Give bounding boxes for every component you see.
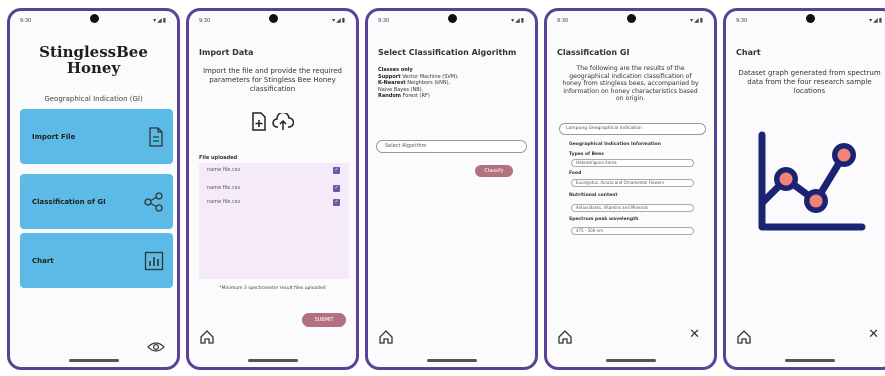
file-icon	[149, 126, 163, 147]
files-label: File uploaded	[199, 155, 238, 161]
file-item[interactable]: name file.csv ✓	[205, 183, 343, 195]
info-line: Random Forest (RF)	[378, 93, 430, 99]
page-description: The following are the results of the geo…	[562, 65, 699, 102]
phone-screen-algorithm: 9:30 ▾◢▮ Select Classification Algorithm…	[365, 8, 538, 370]
field-label: Spectrum peak wavelength	[569, 217, 639, 222]
line-chart-illustration-icon	[758, 131, 866, 231]
import-file-card[interactable]: Import File	[20, 109, 173, 164]
camera-cutout	[805, 14, 815, 23]
app-title: StinglessBee Honey	[39, 43, 148, 77]
algorithm-info: Classes only Support Vector Machine (SVM…	[378, 67, 459, 100]
bar-chart-icon	[144, 251, 164, 270]
submit-button[interactable]: SUBMIT	[302, 313, 346, 327]
upload-note: *Minimum 3 spectrometer result files upl…	[219, 286, 326, 291]
file-name: name file.csv	[207, 199, 241, 205]
page-title: Select Classification Algorithm	[378, 48, 517, 57]
page-description: Import the file and provide the required…	[202, 67, 342, 93]
page-title: Import Data	[199, 48, 254, 57]
phone-screen-classification: 9:30 ▾◢▮ Classification GI The following…	[544, 8, 717, 370]
status-time: 9:30	[557, 18, 569, 24]
file-checkbox[interactable]: ✓	[333, 185, 340, 192]
upload-actions	[189, 111, 356, 131]
gesture-bar	[68, 359, 119, 362]
field-value: 475 - 500 nm	[571, 227, 694, 235]
field-label: Food	[569, 171, 582, 176]
section-heading: Geographical Indication Information	[569, 142, 661, 147]
field-value: Heterotrigona itama	[571, 159, 694, 167]
app-subtitle: Geographical Indication (GI)	[44, 95, 143, 103]
gesture-bar	[784, 359, 835, 362]
status-time: 9:30	[199, 18, 211, 24]
cloud-upload-icon[interactable]	[272, 112, 295, 131]
share-icon	[144, 191, 163, 212]
eye-icon[interactable]	[147, 341, 165, 353]
algorithm-select[interactable]: Select Algorithm	[376, 140, 527, 153]
home-icon[interactable]	[736, 329, 752, 345]
classification-card[interactable]: Classification of GI	[20, 174, 173, 229]
field-value: Antioxidants, Vitamins and Minerals	[571, 204, 694, 212]
field-value: Eucalyptus, Acacia and Ornamental Flower…	[571, 179, 694, 187]
signal-battery-icon: ▾◢▮	[332, 17, 346, 24]
signal-battery-icon: ▾◢▮	[153, 17, 167, 24]
gesture-bar	[247, 359, 298, 362]
home-icon[interactable]	[557, 329, 573, 345]
classify-button[interactable]: Classify	[475, 165, 513, 177]
signal-battery-icon: ▾◢▮	[690, 17, 704, 24]
phone-screen-import: 9:30 ▾◢▮ Import Data Import the file and…	[186, 8, 359, 370]
page-title: Classification GI	[557, 48, 630, 57]
home-icon[interactable]	[199, 329, 215, 345]
file-item[interactable]: name file.csv ✓	[205, 197, 343, 209]
camera-cutout	[89, 14, 99, 23]
close-icon[interactable]: ✕	[868, 328, 879, 341]
home-icon[interactable]	[378, 329, 394, 345]
field-label: Nutritional content	[569, 193, 618, 198]
close-icon[interactable]: ✕	[689, 328, 700, 341]
status-time: 9:30	[736, 18, 748, 24]
signal-battery-icon: ▾◢▮	[869, 17, 883, 24]
classification-result: Lampung Geographical Indication	[559, 123, 706, 135]
file-item[interactable]: name file.csv ✓	[205, 165, 343, 177]
signal-battery-icon: ▾◢▮	[511, 17, 525, 24]
uploaded-files-list: name file.csv ✓ name file.csv ✓ name fil…	[199, 163, 349, 279]
import-file-label: Import File	[32, 132, 76, 141]
gesture-bar	[605, 359, 656, 362]
gesture-bar	[426, 359, 477, 362]
chart-label: Chart	[32, 256, 54, 265]
file-name: name file.csv	[207, 167, 241, 173]
status-time: 9:30	[378, 18, 390, 24]
classification-label: Classification of GI	[32, 197, 106, 206]
page-description: Dataset graph generated from spectrum da…	[738, 69, 881, 95]
file-name: name file.csv	[207, 185, 241, 191]
file-checkbox[interactable]: ✓	[333, 167, 340, 174]
add-file-icon[interactable]	[251, 112, 267, 131]
camera-cutout	[626, 14, 636, 23]
phone-screen-chart: 9:30 ▾◢▮ Chart Dataset graph generated f…	[723, 8, 885, 370]
file-checkbox[interactable]: ✓	[333, 199, 340, 206]
camera-cutout	[447, 14, 457, 23]
page-title: Chart	[736, 48, 761, 57]
chart-card[interactable]: Chart	[20, 233, 173, 288]
status-time: 9:30	[20, 18, 32, 24]
field-label: Types of Bees	[569, 152, 604, 157]
camera-cutout	[268, 14, 278, 23]
phone-screen-home: 9:30 ▾◢▮ StinglessBee Honey Geographical…	[7, 8, 180, 370]
